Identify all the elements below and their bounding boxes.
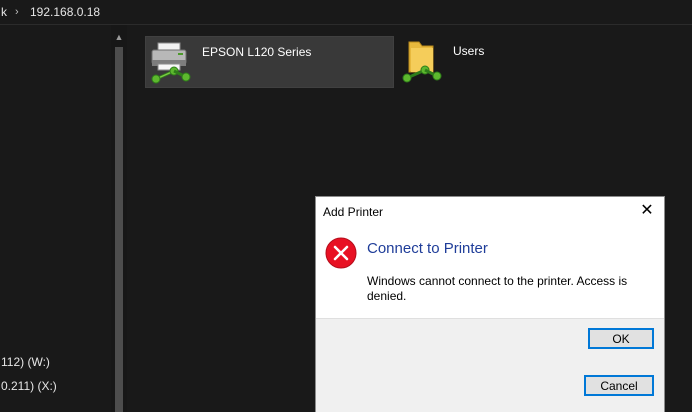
dialog-message: Windows cannot connect to the printer. A… <box>367 274 628 303</box>
close-icon[interactable]: ✕ <box>636 201 658 221</box>
printer-item-label: EPSON L120 Series <box>202 45 312 59</box>
dialog-title-bar[interactable]: Add Printer ✕ <box>316 197 664 225</box>
breadcrumb-segment-previous[interactable]: k <box>1 0 7 24</box>
folder-item-label: Users <box>453 44 485 58</box>
chevron-right-icon[interactable]: › <box>15 0 19 24</box>
ok-button[interactable]: OK <box>588 328 654 349</box>
dialog-button-bar: OK <box>316 318 664 358</box>
nav-pane-scrollbar[interactable]: ▲ <box>111 25 127 412</box>
scroll-up-arrow-icon[interactable]: ▲ <box>111 31 127 43</box>
folder-item-users[interactable]: Users <box>397 36 547 86</box>
shared-folder-icon <box>402 41 442 83</box>
dialog-title: Add Printer <box>323 205 384 219</box>
dialog-heading: Connect to Printer <box>367 240 488 257</box>
cancel-button[interactable]: Cancel <box>584 375 654 396</box>
scrollbar-thumb[interactable] <box>115 47 123 412</box>
address-bar[interactable]: k › 192.168.0.18 <box>0 0 692 25</box>
error-icon <box>325 237 357 269</box>
printer-icon <box>151 42 191 84</box>
nav-item-drive-x[interactable]: 0.211) (X:) <box>1 379 57 393</box>
printer-item-epson[interactable]: EPSON L120 Series <box>145 36 394 88</box>
nav-item-drive-w[interactable]: 112) (W:) <box>1 355 50 369</box>
add-printer-wizard-window: Cancel <box>315 358 665 412</box>
add-printer-error-dialog: Add Printer ✕ Connect to Printer Windows… <box>315 196 665 358</box>
breadcrumb-segment-current[interactable]: 192.168.0.18 <box>30 0 100 24</box>
navigation-pane: 112) (W:) 0.211) (X:) <box>0 25 111 412</box>
